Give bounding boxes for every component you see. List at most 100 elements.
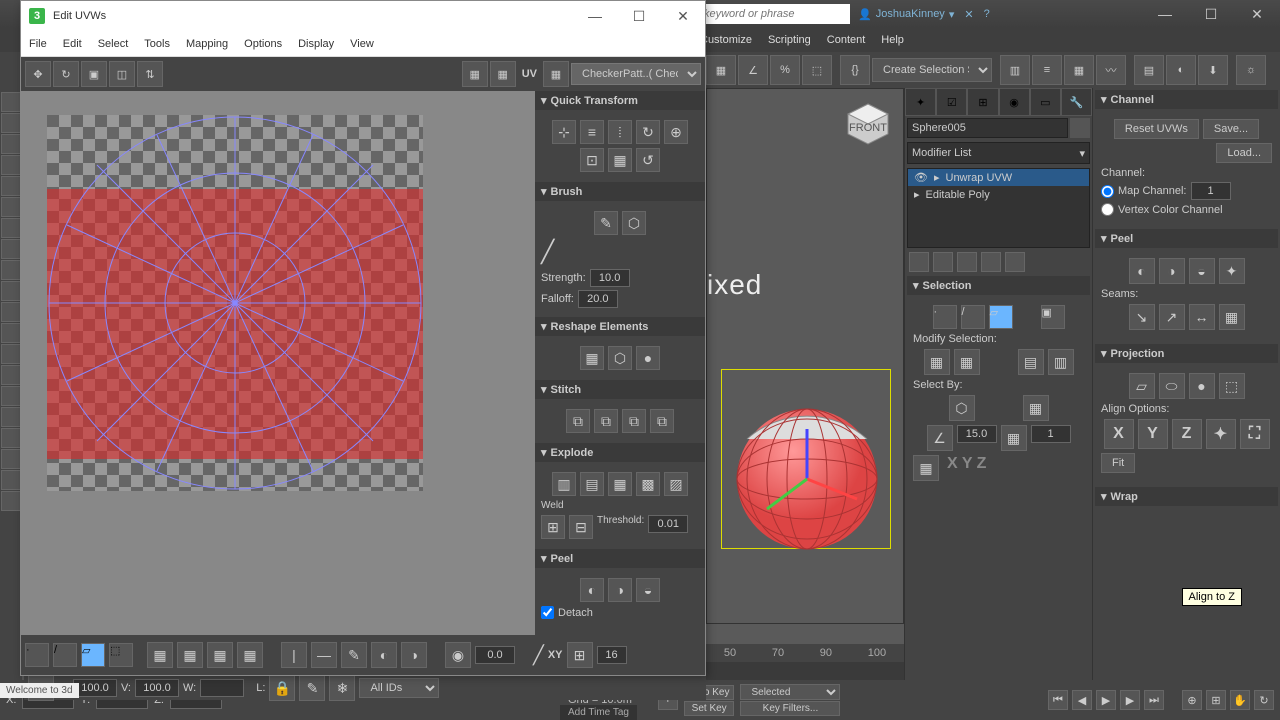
modify-tab[interactable]: ☑ xyxy=(936,88,967,116)
menu-help[interactable]: Help xyxy=(881,34,904,46)
qt-2[interactable]: ≡ xyxy=(580,120,604,144)
peel-s3[interactable]: ◒ xyxy=(636,578,660,602)
modifier-list-dropdown[interactable]: Modifier List▾ xyxy=(907,142,1090,164)
seam-1-button[interactable]: ↘ xyxy=(1129,304,1155,330)
menu-customize[interactable]: Customize xyxy=(700,34,752,46)
uvw-maximize-button[interactable]: ☐ xyxy=(625,6,653,26)
stitch-1[interactable]: ⧉ xyxy=(566,409,590,433)
uvb-7[interactable]: ✎ xyxy=(341,642,367,668)
uvw-menu-display[interactable]: Display xyxy=(298,38,334,50)
scale-button[interactable]: ▣ xyxy=(81,61,107,87)
configure-sets-button[interactable] xyxy=(1005,252,1025,272)
show-end-result-button[interactable] xyxy=(933,252,953,272)
keyfilters-button[interactable]: Key Filters... xyxy=(740,701,840,716)
vertex-subobj[interactable]: · xyxy=(933,305,957,329)
peel-4-button[interactable]: ✦ xyxy=(1219,258,1245,284)
projection-rollout-header[interactable]: ▾ Projection xyxy=(1095,344,1278,363)
planar-select-button[interactable]: ⬡ xyxy=(949,395,975,421)
grid-button[interactable]: ▦ xyxy=(462,61,488,87)
ring-button[interactable]: ▤ xyxy=(1018,349,1044,375)
reshape-1[interactable]: ▦ xyxy=(580,346,604,370)
allids-dropdown[interactable]: All IDs xyxy=(359,678,439,698)
tool-10[interactable] xyxy=(1,281,21,301)
display-tab[interactable]: ▭ xyxy=(1030,88,1061,116)
selection-rollout-header[interactable]: ▾ Selection xyxy=(907,276,1090,295)
uv-face-subobj[interactable]: ▱ xyxy=(81,643,105,667)
make-unique-button[interactable] xyxy=(957,252,977,272)
material-editor-button[interactable]: ◐ xyxy=(1166,55,1196,85)
texture-dd-button[interactable]: ▦ xyxy=(543,61,569,87)
tool-15[interactable] xyxy=(1,386,21,406)
element-subobj[interactable]: ▣ xyxy=(1041,305,1065,329)
checker-dropdown[interactable]: CheckerPatt..( Checker ) xyxy=(571,63,701,85)
render-setup-button[interactable]: ⬇ xyxy=(1198,55,1228,85)
sphere-object[interactable] xyxy=(727,399,887,559)
edge-subobj[interactable]: / xyxy=(961,305,985,329)
shrink-button[interactable]: ▦ xyxy=(954,349,980,375)
uvb-1[interactable]: ▦ xyxy=(147,642,173,668)
rotate-button[interactable]: ↻ xyxy=(53,61,79,87)
peel-1-button[interactable]: ◐ xyxy=(1129,258,1155,284)
spherical-map-button[interactable]: ● xyxy=(1189,373,1215,399)
angle-snap-button[interactable]: ∠ xyxy=(738,55,768,85)
tool-3[interactable] xyxy=(1,134,21,154)
reset-uvws-button[interactable]: Reset UVWs xyxy=(1114,119,1199,139)
tool-9[interactable] xyxy=(1,260,21,280)
w-input[interactable] xyxy=(200,679,244,697)
snow-icon[interactable]: ❄ xyxy=(329,675,355,701)
goto-start-button[interactable]: ⏮ xyxy=(1048,690,1068,710)
freeform-button[interactable]: ◫ xyxy=(109,61,135,87)
seam-3-button[interactable]: ↔ xyxy=(1189,304,1215,330)
goto-end-button[interactable]: ⏭ xyxy=(1144,690,1164,710)
close-x-icon[interactable]: ✕ xyxy=(964,8,973,21)
uvw-menu-select[interactable]: Select xyxy=(98,38,129,50)
modifier-stack[interactable]: 👁▸Unwrap UVW ▸Editable Poly xyxy=(907,168,1090,248)
qt-8[interactable]: ↺ xyxy=(636,148,660,172)
tool-19[interactable] xyxy=(1,470,21,490)
help-icon[interactable]: ? xyxy=(984,8,990,20)
align-normal-button[interactable]: ✦ xyxy=(1206,419,1236,449)
perspective-viewport[interactable]: FRONT ixed xyxy=(706,88,904,624)
uvb-3[interactable]: ▦ xyxy=(207,642,233,668)
align-view-button[interactable]: ⛶ xyxy=(1240,419,1270,449)
object-color-swatch[interactable] xyxy=(1070,118,1090,138)
weld-1[interactable]: ⊞ xyxy=(541,515,565,539)
brush-header[interactable]: ▾ Brush xyxy=(535,182,705,201)
selection-set-dropdown[interactable]: Create Selection Se xyxy=(872,58,992,82)
maximize-button[interactable]: ☐ xyxy=(1188,0,1234,28)
reshape-3[interactable]: ● xyxy=(636,346,660,370)
mirror-button[interactable]: ▥ xyxy=(1000,55,1030,85)
hierarchy-tab[interactable]: ⊞ xyxy=(967,88,998,116)
detach-checkbox[interactable] xyxy=(541,606,554,619)
save-button[interactable]: Save... xyxy=(1203,119,1259,139)
loop-button[interactable]: ▥ xyxy=(1048,349,1074,375)
stitch-4[interactable]: ⧉ xyxy=(650,409,674,433)
uvw-menu-edit[interactable]: Edit xyxy=(63,38,82,50)
brush-relax-button[interactable]: ⬡ xyxy=(622,211,646,235)
lock-icon[interactable]: 🔒 xyxy=(269,675,295,701)
tool-7[interactable] xyxy=(1,218,21,238)
next-frame-button[interactable]: ▶ xyxy=(1120,690,1140,710)
tool-6[interactable] xyxy=(1,197,21,217)
wrap-rollout-header[interactable]: ▾ Wrap xyxy=(1095,487,1278,506)
exp-2[interactable]: ▤ xyxy=(580,472,604,496)
softsel-spinner[interactable] xyxy=(475,646,515,664)
exp-5[interactable]: ▨ xyxy=(664,472,688,496)
nav-2-button[interactable]: ⊞ xyxy=(1206,690,1226,710)
align-y-button[interactable]: Y xyxy=(1138,419,1168,449)
uvb-8[interactable]: ◐ xyxy=(371,642,397,668)
brush-paint-button[interactable]: ✎ xyxy=(594,211,618,235)
matid-button[interactable]: ▦ xyxy=(1023,395,1049,421)
exp-4[interactable]: ▩ xyxy=(636,472,660,496)
peel-s2[interactable]: ◑ xyxy=(608,578,632,602)
object-name-input[interactable] xyxy=(907,118,1068,138)
uvw-titlebar[interactable]: 3 Edit UVWs — ☐ ✕ xyxy=(21,1,705,31)
viewcube[interactable]: FRONT xyxy=(843,99,893,149)
qt-7[interactable]: ▦ xyxy=(608,148,632,172)
uvb-6[interactable]: — xyxy=(311,642,337,668)
qt-5[interactable]: ⊕ xyxy=(664,120,688,144)
face-subobj[interactable]: ▱ xyxy=(989,305,1013,329)
add-time-tag[interactable]: Add Time Tag xyxy=(560,705,637,720)
falloff-spinner[interactable] xyxy=(578,290,618,308)
tool-18[interactable] xyxy=(1,449,21,469)
